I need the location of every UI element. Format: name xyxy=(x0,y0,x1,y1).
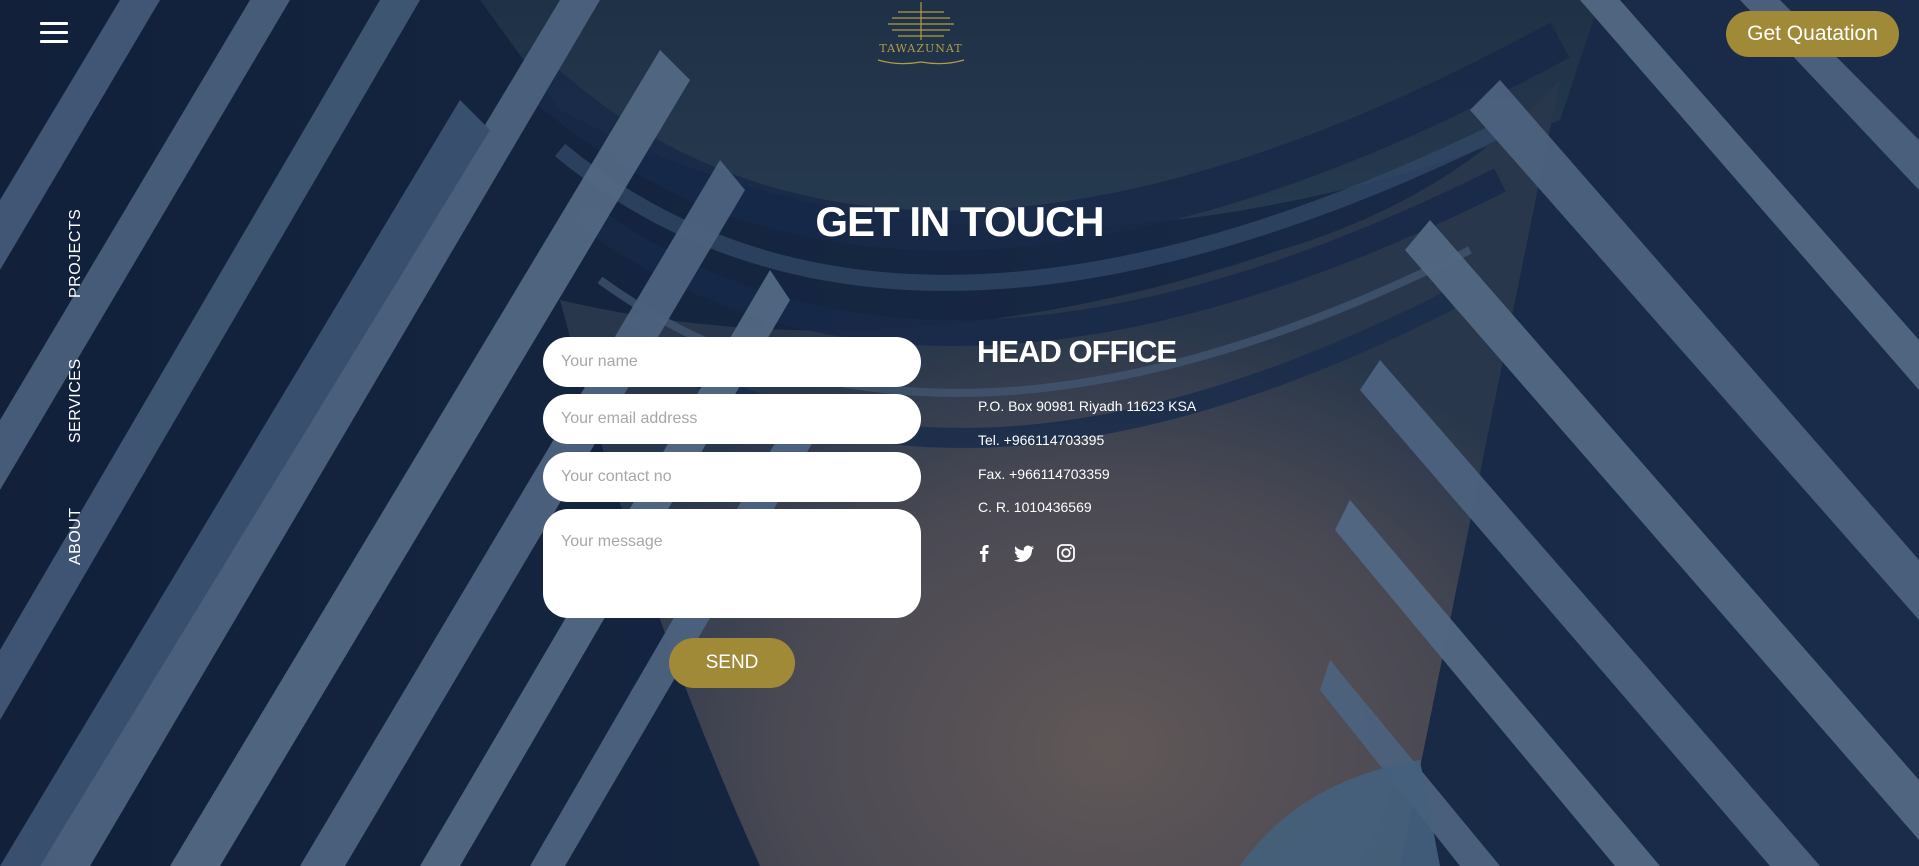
contact-number-input[interactable] xyxy=(543,452,921,502)
message-textarea[interactable] xyxy=(543,509,921,618)
twitter-icon[interactable] xyxy=(1012,541,1036,565)
menu-bar xyxy=(40,22,68,25)
logo-mark-icon xyxy=(877,2,965,65)
name-input[interactable] xyxy=(543,337,921,387)
office-tel: Tel. +966114703395 xyxy=(978,432,1105,448)
logo[interactable]: TAWAZUNAT xyxy=(868,0,974,70)
menu-bar xyxy=(40,31,68,34)
side-nav-services[interactable]: SERVICES xyxy=(67,358,85,443)
send-button[interactable]: SEND xyxy=(669,638,795,688)
office-address: P.O. Box 90981 Riyadh 11623 KSA xyxy=(978,398,1197,414)
page-title: GET IN TOUCH xyxy=(815,198,1104,245)
office-cr: C. R. 1010436569 xyxy=(978,499,1092,515)
facebook-icon[interactable] xyxy=(972,541,996,565)
menu-bar xyxy=(40,40,68,43)
logo-text: TAWAZUNAT xyxy=(879,42,963,55)
hamburger-menu-button[interactable] xyxy=(38,20,72,46)
instagram-icon[interactable] xyxy=(1054,541,1078,565)
head-office-title: HEAD OFFICE xyxy=(977,334,1177,369)
background-architecture-image xyxy=(0,0,1919,866)
get-quotation-button[interactable]: Get Quatation xyxy=(1726,11,1899,57)
side-nav-about[interactable]: ABOUT xyxy=(67,507,85,565)
contact-page: TAWAZUNAT Get Quatation PROJECTS SERVICE… xyxy=(0,0,1919,866)
email-input[interactable] xyxy=(543,394,921,444)
office-fax: Fax. +966114703359 xyxy=(978,466,1110,482)
